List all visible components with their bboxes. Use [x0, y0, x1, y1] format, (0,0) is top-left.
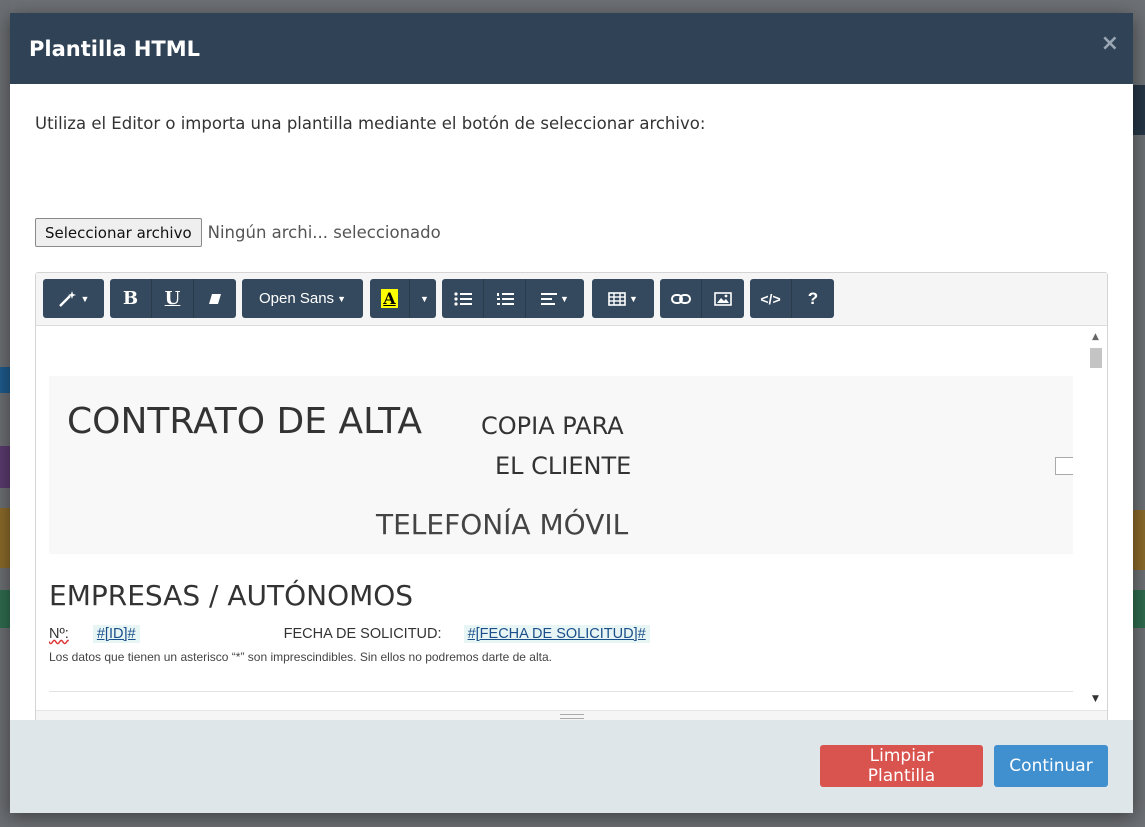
copy-label-line2: EL CLIENTE: [495, 452, 632, 480]
copy-label-line1: COPIA PARA: [481, 412, 624, 440]
unordered-list-button[interactable]: [442, 279, 484, 318]
underline-button[interactable]: U: [152, 279, 194, 318]
magic-wand-icon: [58, 290, 76, 307]
required-note: Los datos que tienen un asterisco “*” so…: [49, 650, 552, 664]
font-name-dropdown[interactable]: Open Sans ▼: [242, 279, 363, 318]
request-fields: Nº: #[ID]# FECHA DE SOLICITUD: #[FECHA D…: [49, 625, 650, 643]
text-color-button[interactable]: A: [370, 279, 410, 318]
align-dropdown-button[interactable]: ▼: [526, 279, 584, 318]
modal-title: Plantilla HTML: [29, 36, 201, 61]
file-picker: Seleccionar archivo Ningún archi... sele…: [35, 218, 441, 247]
close-icon[interactable]: ×: [1101, 31, 1119, 56]
chevron-down-icon: ▼: [560, 293, 569, 304]
grip-icon: [560, 714, 584, 719]
background-accent-green: [0, 590, 10, 628]
eraser-icon: [209, 293, 221, 304]
scroll-down-icon[interactable]: ▼: [1092, 694, 1099, 704]
numbered-list-icon: [496, 292, 514, 305]
file-status: Ningún archi... seleccionado: [207, 223, 441, 242]
misc-group: </> ?: [750, 279, 834, 318]
scrollbar-thumb[interactable]: [1090, 348, 1102, 368]
table-icon: [608, 291, 626, 306]
font-name-group: Open Sans ▼: [242, 279, 363, 318]
highlight-icon: A: [381, 289, 398, 308]
background-accent-dark: [1133, 85, 1145, 135]
html-editor: ▼ B U Open Sans ▼ A ▼ ▼ ▼ </> ? CONTRATO…: [35, 272, 1108, 723]
align-left-icon: [541, 292, 558, 305]
modal-footer: Limpiar Plantilla Continuar: [10, 720, 1133, 813]
color-dropdown-button[interactable]: ▼: [410, 279, 436, 318]
color-group: A ▼: [370, 279, 436, 318]
date-placeholder: #[FECHA DE SOLICITUD]#: [463, 625, 650, 643]
help-button[interactable]: ?: [792, 279, 834, 318]
modal-body: Utiliza el Editor o importa una plantill…: [10, 84, 1133, 723]
service-subtitle: TELEFONÍA MÓVIL: [376, 508, 629, 541]
chevron-down-icon: ▼: [629, 293, 638, 304]
continue-button[interactable]: Continuar: [994, 745, 1108, 787]
chevron-down-icon: ▼: [80, 293, 90, 304]
template-modal: Plantilla HTML × Utiliza el Editor o imp…: [10, 13, 1133, 813]
table-dropdown-button[interactable]: ▼: [592, 279, 654, 318]
insert-link-button[interactable]: [660, 279, 702, 318]
background-accent-purple: [0, 446, 10, 488]
bullet-list-icon: [453, 291, 472, 306]
background-accent-green-right: [1133, 590, 1145, 628]
date-label: FECHA DE SOLICITUD:: [283, 626, 442, 642]
number-label: Nº:: [49, 626, 69, 642]
ordered-list-button[interactable]: [484, 279, 526, 318]
background-accent-blue: [0, 367, 10, 393]
paragraph-group: ▼: [442, 279, 584, 318]
divider: [49, 691, 1073, 692]
font-style-group: B U: [110, 279, 236, 318]
clear-format-button[interactable]: [194, 279, 236, 318]
table-group: ▼: [592, 279, 654, 318]
editor-content[interactable]: CONTRATO DE ALTA COPIA PARA EL CLIENTE T…: [36, 326, 1107, 710]
id-placeholder: #[ID]#: [92, 625, 140, 643]
background-accent-orange: [0, 508, 10, 568]
font-name-label: Open Sans: [259, 290, 335, 307]
editor-toolbar: ▼ B U Open Sans ▼ A ▼ ▼ ▼ </> ?: [36, 273, 1107, 326]
chevron-down-icon: ▼: [420, 293, 429, 304]
code-view-button[interactable]: </>: [750, 279, 792, 318]
chevron-down-icon: ▼: [337, 293, 346, 304]
clear-template-button[interactable]: Limpiar Plantilla: [820, 745, 983, 787]
insert-image-button[interactable]: [702, 279, 744, 318]
insert-group: [660, 279, 744, 318]
modal-header: Plantilla HTML ×: [10, 13, 1133, 84]
image-icon: [714, 291, 732, 306]
section-heading: EMPRESAS / AUTÓNOMOS: [49, 579, 414, 612]
select-file-button[interactable]: Seleccionar archivo: [35, 218, 202, 247]
scroll-up-icon[interactable]: ▲: [1092, 332, 1099, 342]
editor-scrollbar[interactable]: ▲ ▼: [1087, 326, 1105, 710]
contract-title: CONTRATO DE ALTA: [67, 401, 423, 442]
magic-style-button[interactable]: ▼: [43, 279, 104, 318]
contract-banner: CONTRATO DE ALTA COPIA PARA EL CLIENTE T…: [49, 376, 1073, 554]
bold-button[interactable]: B: [110, 279, 152, 318]
background-page: [0, 0, 10, 827]
background-accent-orange-right: [1133, 510, 1145, 570]
broken-image-icon: [1055, 457, 1073, 475]
link-icon: [670, 293, 691, 304]
style-group: ▼: [43, 279, 104, 318]
intro-text: Utiliza el Editor o importa una plantill…: [35, 114, 706, 133]
